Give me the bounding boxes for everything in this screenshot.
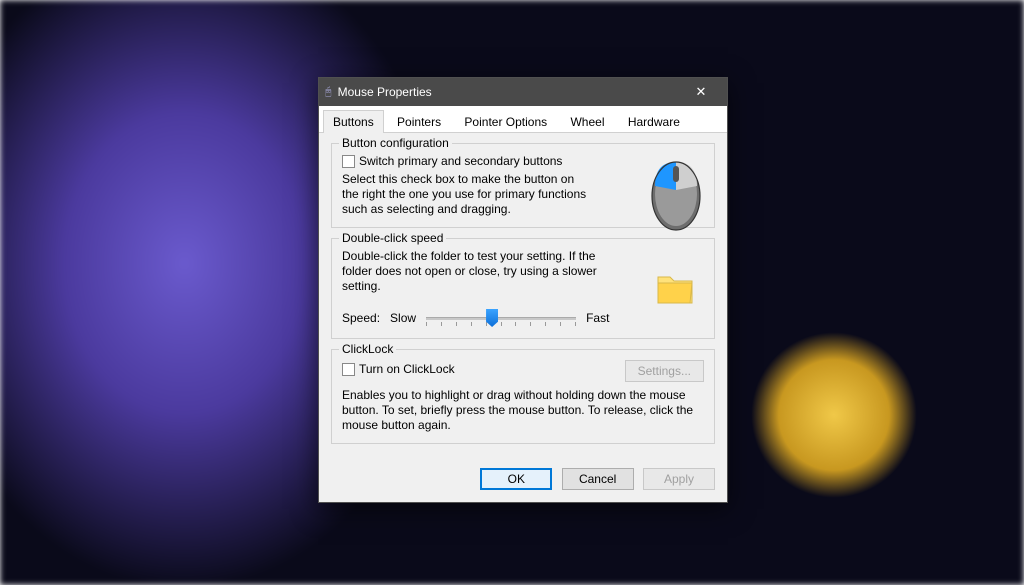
speed-label: Speed: [342,311,380,325]
titlebar[interactable]: 🖰 Mouse Properties ✕ [319,78,727,106]
button-config-description: Select this check box to make the button… [342,172,592,217]
speed-slider-row: Speed: Slow Fast [342,308,704,328]
tab-pointer-options[interactable]: Pointer Options [454,110,557,133]
wallpaper-detail [704,285,964,545]
tab-wheel[interactable]: Wheel [560,110,614,133]
switch-buttons-checkbox[interactable] [342,155,355,168]
clicklock-row: Turn on ClickLock [342,362,455,376]
mouse-properties-dialog: 🖰 Mouse Properties ✕ Buttons Pointers Po… [318,77,728,503]
group-double-click-speed: Double-click speed Double-click the fold… [331,238,715,339]
tabstrip: Buttons Pointers Pointer Options Wheel H… [319,106,727,133]
group-title-clicklock: ClickLock [339,342,396,356]
group-title-button-config: Button configuration [339,136,452,150]
dialog-footer: OK Cancel Apply [319,460,727,502]
mouse-icon: 🖰 [325,86,332,99]
window-title: Mouse Properties [338,85,681,99]
double-click-speed-slider[interactable] [426,308,576,328]
tab-pointers[interactable]: Pointers [387,110,451,133]
clicklock-description: Enables you to highlight or drag without… [342,388,704,433]
tabpage-buttons: Button configuration Switch primary and … [319,133,727,460]
double-click-description: Double-click the folder to test your set… [342,249,612,294]
switch-buttons-label: Switch primary and secondary buttons [359,154,562,168]
clicklock-checkbox[interactable] [342,363,355,376]
tab-buttons[interactable]: Buttons [323,110,384,133]
ok-button[interactable]: OK [480,468,552,490]
clicklock-settings-button: Settings... [625,360,704,382]
cancel-button[interactable]: Cancel [562,468,634,490]
clicklock-label: Turn on ClickLock [359,362,455,376]
speed-fast-label: Fast [586,311,609,325]
speed-slow-label: Slow [390,311,416,325]
folder-test-target[interactable] [654,267,696,312]
apply-button: Apply [643,468,715,490]
tab-hardware[interactable]: Hardware [618,110,690,133]
switch-buttons-row: Switch primary and secondary buttons [342,154,602,168]
close-button[interactable]: ✕ [681,84,721,100]
mouse-illustration [648,156,704,235]
group-button-configuration: Button configuration Switch primary and … [331,143,715,228]
group-clicklock: ClickLock Turn on ClickLock Settings... … [331,349,715,444]
group-title-double-click: Double-click speed [339,231,446,245]
